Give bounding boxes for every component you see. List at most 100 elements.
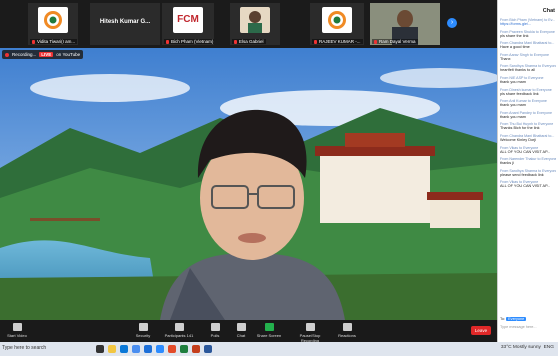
org-logo-icon bbox=[322, 7, 352, 33]
participants-icon bbox=[174, 323, 184, 331]
recording-label: Recording... bbox=[12, 52, 37, 57]
participant-name: RAJEEV KUMAR -... bbox=[319, 39, 361, 44]
chat-message: From Sandhya Sharma to Everyone heartfelt… bbox=[500, 64, 556, 73]
chat-message-text: thanks ji bbox=[500, 161, 514, 166]
security-button[interactable]: Security bbox=[128, 323, 158, 338]
chat-message-text: Welcome Kinley Dorji bbox=[500, 137, 537, 142]
participant-strip: Vidita Tiwari(I am... Hitesh Kumar G... … bbox=[0, 0, 497, 48]
edge-icon[interactable] bbox=[120, 345, 128, 353]
mic-muted-icon bbox=[374, 39, 377, 44]
excel-icon[interactable] bbox=[180, 345, 188, 353]
mic-muted-icon bbox=[32, 39, 35, 44]
chat-panel: Chat From Bich Pham (Vietnam) to Ev... ht… bbox=[497, 0, 558, 342]
chat-message-text: pls share feedback link bbox=[500, 91, 539, 96]
chat-message-text: thank you mam bbox=[500, 103, 526, 108]
chat-message-text: ALL OF YOU CAN VISIT AP... bbox=[500, 184, 551, 189]
powerpoint-icon[interactable] bbox=[192, 345, 200, 353]
live-badge: LIVE bbox=[39, 52, 54, 57]
mic-muted-icon bbox=[166, 39, 169, 44]
polls-icon bbox=[210, 323, 220, 331]
language-indicator: ENG bbox=[543, 345, 554, 350]
weather-status: 33°C Mostly sunny bbox=[500, 345, 541, 350]
next-page-icon[interactable]: › bbox=[447, 18, 457, 28]
participants-button[interactable]: Participants 141 bbox=[164, 323, 194, 338]
participant-name: Vidita Tiwari(I am... bbox=[37, 39, 76, 44]
chat-message: From Sandhya Sharma to Everyone please se… bbox=[500, 169, 556, 178]
participant-name: Bich Pham (Vietnam) bbox=[171, 39, 214, 44]
camera-icon bbox=[12, 323, 22, 331]
start-video-button[interactable]: Start Video bbox=[2, 323, 32, 338]
chrome-icon[interactable] bbox=[168, 345, 176, 353]
zoom-meeting-window: Vidita Tiwari(I am... Hitesh Kumar G... … bbox=[0, 0, 558, 356]
chat-input[interactable]: Type message here... bbox=[500, 325, 557, 335]
participant-tile[interactable]: Hitesh Kumar G... bbox=[90, 3, 160, 45]
chat-message-text: pls share the link bbox=[500, 33, 529, 38]
chat-message-link[interactable]: https://forms.gle/... bbox=[500, 22, 556, 27]
record-dot-icon bbox=[5, 52, 9, 57]
chat-message: From Vikas to Everyone ALL OF YOU CAN VIS… bbox=[500, 180, 556, 189]
chat-message-text: Thanx bbox=[500, 56, 511, 61]
store-icon[interactable] bbox=[132, 345, 140, 353]
recipient-dropdown[interactable]: Everyone bbox=[506, 317, 527, 321]
zoom-icon[interactable] bbox=[156, 345, 164, 353]
fcm-logo: FCM bbox=[173, 7, 203, 33]
chat-message-text: please send feedback link bbox=[500, 172, 544, 177]
mic-muted-icon bbox=[314, 39, 317, 44]
chat-message-text: ALL OF YOU CAN VISIT AP... bbox=[500, 149, 551, 154]
meeting-toolbar: Start Video Security Participants 141 Po… bbox=[0, 320, 497, 343]
chat-message: From Dinesh kumar to Everyone pls share f… bbox=[500, 88, 556, 97]
recording-indicator: Recording... LIVE on YouTube bbox=[2, 50, 84, 59]
task-view-icon[interactable] bbox=[96, 345, 104, 353]
profile-photo bbox=[240, 7, 270, 33]
chat-message-text: Have a good time bbox=[500, 45, 530, 50]
chat-message-sender: From Praveen Shukla to Everyone bbox=[500, 29, 555, 34]
participants-count: 141 bbox=[186, 333, 194, 338]
participant-name: Hitesh Kumar G... bbox=[99, 19, 151, 25]
chat-title: Chat bbox=[542, 8, 555, 14]
chat-message-text: heartfelt thanks to all bbox=[500, 68, 536, 73]
chat-message: From Narender Thakur to Everyone thanks j… bbox=[500, 157, 556, 166]
speaker-video: Recording... LIVE on YouTube bbox=[0, 48, 497, 320]
live-platform: on YouTube bbox=[56, 52, 81, 57]
reactions-button[interactable]: Reactions bbox=[332, 323, 362, 338]
chat-message: From Chandra Mani Bhattarai to... Have a … bbox=[500, 41, 556, 50]
chat-message-sender: From Dinesh kumar to Everyone bbox=[500, 87, 552, 92]
share-screen-icon bbox=[264, 323, 274, 331]
chat-message: From NIE ASP to Everyone thank you mam bbox=[500, 76, 556, 85]
mic-muted-icon bbox=[234, 39, 237, 44]
video-background bbox=[0, 48, 497, 320]
chat-message: From Chandra Mani Bhattarai to... Welcome… bbox=[500, 134, 556, 143]
participant-tile[interactable]: Vidita Tiwari(I am... bbox=[28, 3, 78, 45]
share-screen-button[interactable]: Share Screen bbox=[254, 323, 284, 338]
participant-name: Elsa Gabriel bbox=[239, 39, 264, 44]
participant-tile[interactable]: Elsa Gabriel bbox=[230, 3, 280, 45]
mail-icon[interactable] bbox=[144, 345, 152, 353]
chat-message: From Bich Pham (Vietnam) to Ev... https:/… bbox=[500, 18, 556, 27]
system-tray: 33°C Mostly sunny ENG bbox=[501, 345, 554, 350]
chat-message: From Thu Bui Huynh to Everyone Thanks Bic… bbox=[500, 122, 556, 131]
word-icon[interactable] bbox=[204, 345, 212, 353]
chat-icon bbox=[236, 323, 246, 331]
chat-recipient: To: Everyone bbox=[500, 317, 527, 321]
file-explorer-icon[interactable] bbox=[108, 345, 116, 353]
pause-stop-icon bbox=[305, 323, 315, 331]
chat-message-text: thank you mam bbox=[500, 114, 526, 119]
chat-message-list[interactable]: From Bich Pham (Vietnam) to Ev... https:/… bbox=[498, 18, 558, 189]
pause-stop-recording-button[interactable]: Pause/Stop Recording bbox=[290, 323, 330, 343]
reactions-icon bbox=[342, 323, 352, 331]
participant-tile[interactable]: FCM Bich Pham (Vietnam) bbox=[162, 3, 214, 45]
shield-icon bbox=[138, 323, 148, 331]
participant-tile[interactable]: RAJEEV KUMAR -... bbox=[310, 3, 364, 45]
chat-button[interactable]: Chat bbox=[226, 323, 256, 338]
chat-message: From Anant Pandey to Everyone thank you m… bbox=[500, 111, 556, 120]
chat-message: From Aarav Singh to Everyone Thanx bbox=[500, 53, 556, 62]
chat-message-text: Thanks Bich for the link bbox=[500, 126, 540, 131]
windows-taskbar: Type here to search 33°C Mostly sunny EN… bbox=[0, 342, 558, 356]
participant-tile[interactable]: Ram Dayal Verma bbox=[370, 3, 440, 45]
participant-name: Ram Dayal Verma bbox=[379, 39, 416, 44]
org-logo-icon bbox=[38, 7, 68, 33]
taskbar-search[interactable]: Type here to search bbox=[2, 345, 46, 351]
chat-message: From Praveen Shukla to Everyone pls share… bbox=[500, 30, 556, 39]
chat-message-text: thank you mam bbox=[500, 79, 526, 84]
leave-button[interactable]: Leave bbox=[471, 326, 491, 335]
